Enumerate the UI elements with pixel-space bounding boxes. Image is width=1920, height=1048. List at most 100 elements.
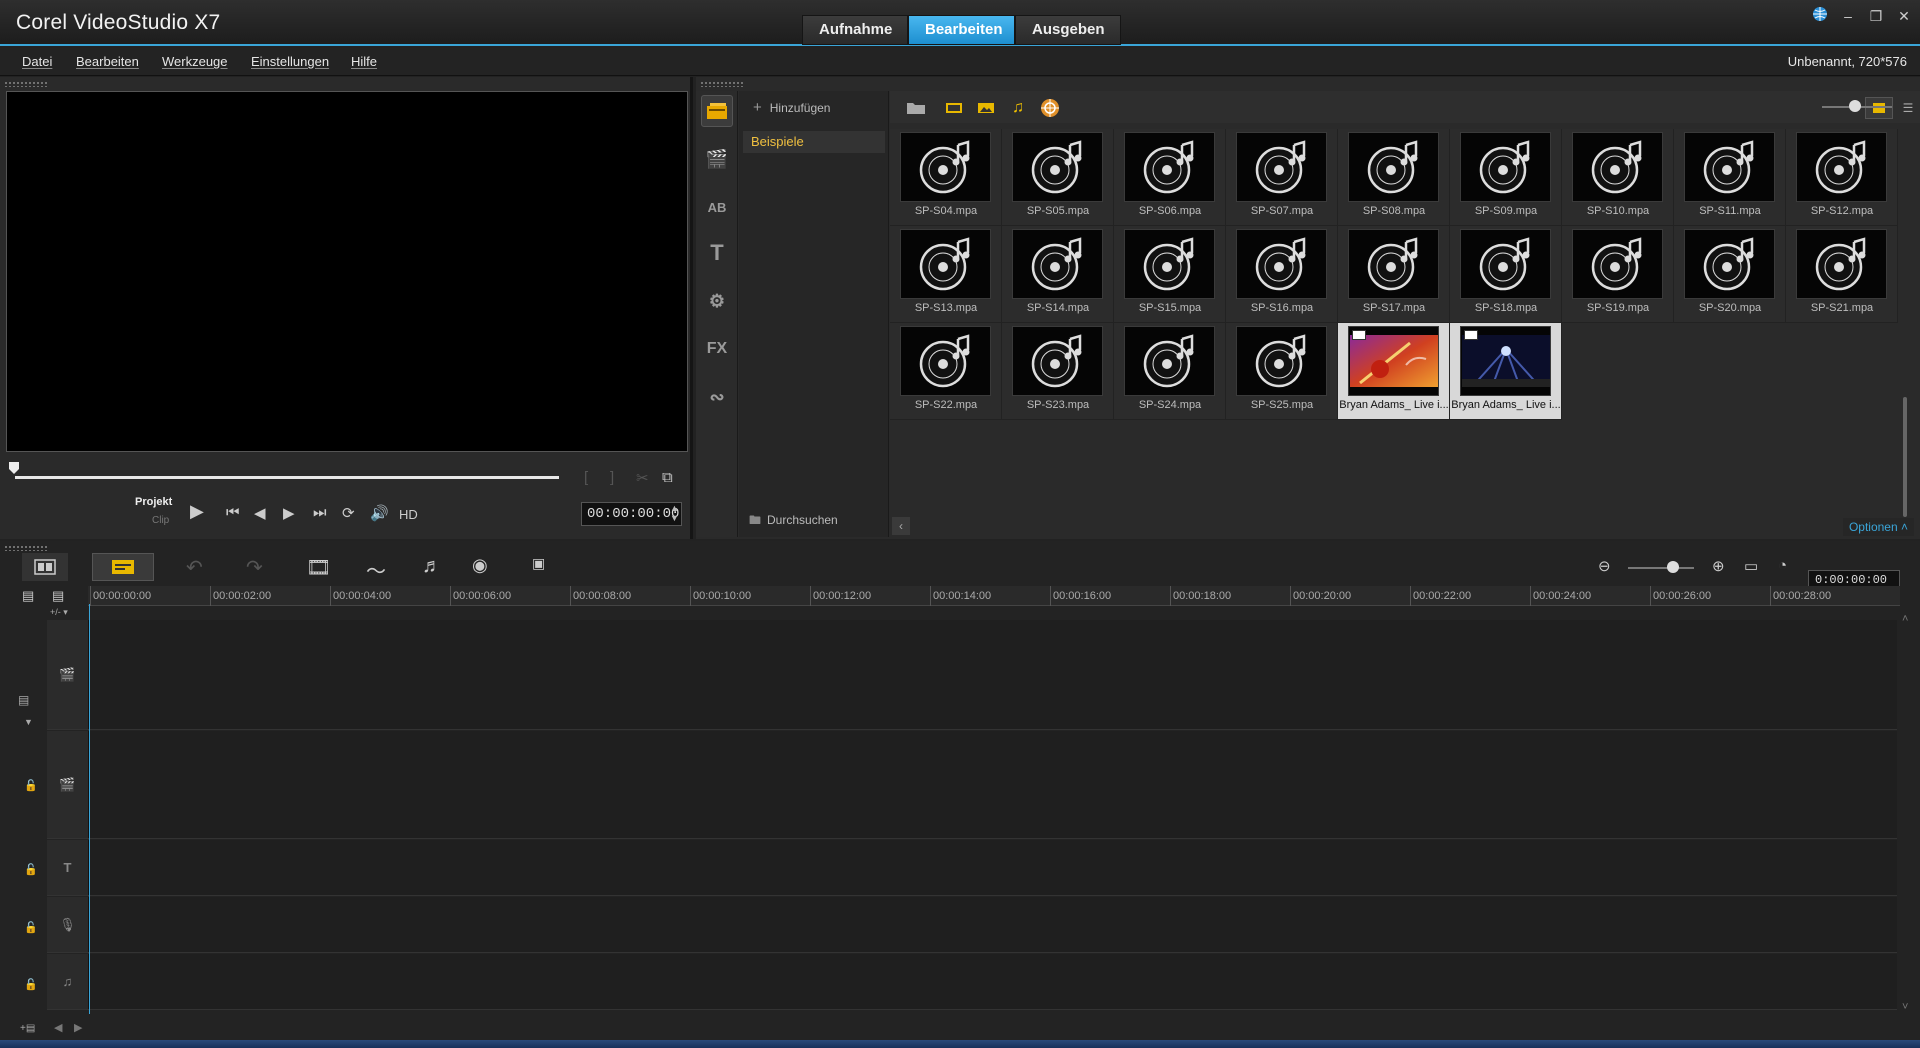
lock-icon[interactable]: 🔓 (24, 779, 38, 792)
tab-bearbeiten[interactable]: Bearbeiten (908, 15, 1015, 45)
lock-icon[interactable]: 🔓 (24, 863, 38, 876)
zoom-in-icon[interactable]: ⊕ (1712, 557, 1725, 575)
restore-icon[interactable]: ❐ (1864, 6, 1888, 26)
timeline-zoom-handle[interactable] (1667, 561, 1679, 573)
media-item[interactable]: SP-S23.mpa (1002, 323, 1114, 420)
chapter-point-icon[interactable]: ▤ (52, 588, 64, 604)
media-item[interactable]: SP-S06.mpa (1114, 129, 1226, 226)
undo-icon[interactable]: ↶ (186, 555, 203, 580)
enlarge-icon[interactable]: ⧉ (662, 469, 673, 486)
storyboard-view-icon[interactable] (22, 553, 68, 581)
fx-icon[interactable]: FX (701, 333, 733, 365)
media-item[interactable]: Bryan Adams_ Live i... (1338, 323, 1450, 420)
fit-project-icon[interactable]: ▭ (1744, 557, 1758, 575)
voice-track-icon[interactable]: 🎙 (47, 897, 89, 952)
media-item[interactable]: SP-S20.mpa (1674, 226, 1786, 323)
media-item[interactable]: SP-S12.mpa (1786, 129, 1898, 226)
media-item[interactable]: SP-S18.mpa (1450, 226, 1562, 323)
folder-icon[interactable] (902, 97, 930, 119)
show-audio-icon[interactable]: ♫ (1004, 97, 1032, 119)
media-item[interactable]: SP-S25.mpa (1226, 323, 1338, 420)
redo-icon[interactable]: ↷ (246, 555, 263, 580)
scrub-handle[interactable] (8, 461, 20, 475)
hd-button[interactable]: HD (399, 507, 418, 522)
volume-icon[interactable]: 🔊 (370, 504, 389, 522)
auto-music-icon[interactable]: ♬ (422, 555, 442, 578)
menu-bearbeiten[interactable]: Bearbeiten (76, 54, 139, 69)
scroll-down-icon[interactable]: ˅ (1902, 1001, 1908, 1013)
timeline-zoom-slider[interactable] (1628, 567, 1694, 569)
repeat-icon[interactable]: ⟳ (342, 504, 355, 522)
timecode-spinner-icon[interactable]: ▲ ▼ (670, 503, 679, 523)
close-icon[interactable]: ✕ (1892, 6, 1916, 26)
voice-track[interactable]: 🎙 (47, 897, 1897, 953)
video-track[interactable]: 🎬 (47, 620, 1897, 730)
folder-beispiele[interactable]: Beispiele (743, 131, 885, 153)
menu-werkzeuge[interactable]: Werkzeuge (162, 54, 228, 69)
split-icon[interactable]: ✂ (636, 469, 649, 487)
duration-icon[interactable]: ◔ (1778, 557, 1787, 574)
scrub-bar[interactable] (15, 476, 559, 479)
media-item[interactable]: SP-S15.mpa (1114, 226, 1226, 323)
timeline-scroll-right-icon[interactable]: ▶ (74, 1021, 82, 1034)
minimize-icon[interactable]: – (1836, 6, 1860, 26)
instant-project-icon[interactable]: 🎬 (701, 143, 733, 175)
view-thumbnail-icon[interactable] (1865, 97, 1893, 119)
subtitle-editor-icon[interactable]: ▣ (532, 555, 545, 572)
music-track-icon[interactable]: ♫ (47, 954, 89, 1009)
motion-tracking-icon[interactable]: ◉ (472, 555, 488, 576)
overlay-track-icon[interactable]: 🎬 (47, 731, 89, 838)
mark-out-icon[interactable]: ] (610, 469, 614, 486)
lock-icon[interactable]: 🔓 (24, 978, 38, 991)
media-item[interactable]: SP-S17.mpa (1338, 226, 1450, 323)
media-item[interactable]: SP-S05.mpa (1002, 129, 1114, 226)
mode-clip[interactable]: Clip (152, 515, 169, 526)
show-video-icon[interactable] (940, 97, 968, 119)
tab-aufnahme[interactable]: Aufnahme (802, 15, 908, 45)
title-icon[interactable]: T (701, 237, 733, 269)
options-button[interactable]: Optionen ˄ (1842, 518, 1914, 536)
show-photo-icon[interactable] (972, 97, 1000, 119)
mode-projekt[interactable]: Projekt (135, 496, 172, 508)
sound-mixer-icon[interactable]: 〜 (366, 555, 386, 584)
media-item[interactable]: SP-S13.mpa (890, 226, 1002, 323)
scroll-up-icon[interactable]: ˄ (1902, 613, 1908, 625)
preview-window[interactable] (6, 91, 688, 452)
view-list-icon[interactable]: ☰ (1894, 97, 1920, 119)
browse-button[interactable]: 🖿 Durchsuchen (749, 511, 838, 532)
media-item[interactable]: SP-S19.mpa (1562, 226, 1674, 323)
time-ruler[interactable]: 00:00:00:00 00:00:02:00 00:00:04:00 00:00:0… (88, 586, 1900, 606)
menu-einstellungen[interactable]: Einstellungen (251, 54, 329, 69)
timeline-view-icon[interactable] (92, 553, 154, 581)
title-track[interactable]: T (47, 840, 1897, 896)
timeline-scroll-left-icon[interactable]: ◀ (54, 1021, 62, 1034)
tab-ausgeben[interactable]: Ausgeben (1015, 15, 1121, 45)
media-item[interactable]: SP-S21.mpa (1786, 226, 1898, 323)
player-timecode[interactable]: 00:00:00:00 (581, 502, 682, 526)
globe-icon[interactable] (1808, 6, 1832, 26)
scroll-left-icon[interactable]: ‹ (892, 517, 910, 535)
home-icon[interactable]: ⏮ (226, 504, 240, 521)
media-item[interactable]: SP-S09.mpa (1450, 129, 1562, 226)
zoom-out-icon[interactable]: ⊖ (1598, 557, 1611, 575)
filter-icon[interactable] (1036, 97, 1064, 119)
panel-grip[interactable] (4, 545, 48, 551)
media-item[interactable]: SP-S14.mpa (1002, 226, 1114, 323)
add-track-icon[interactable]: +▤ (20, 1023, 35, 1034)
end-icon[interactable]: ⏭ (313, 504, 327, 521)
media-item[interactable]: SP-S07.mpa (1226, 129, 1338, 226)
add-folder-button[interactable]: + Hinzufügen (753, 99, 830, 116)
path-icon[interactable]: ∾ (701, 381, 733, 413)
mark-in-icon[interactable]: [ (584, 469, 588, 486)
track-options-icon[interactable]: ▤ (18, 693, 29, 707)
ripple-editing-icon[interactable]: +/- ▾ (50, 607, 68, 618)
lock-icon[interactable]: 🔓 (24, 921, 38, 934)
video-track-icon[interactable]: 🎬 (47, 620, 89, 729)
record-capture-icon[interactable]: 🎞 (306, 555, 331, 580)
media-item[interactable]: SP-S04.mpa (890, 129, 1002, 226)
menu-datei[interactable]: Datei (22, 54, 52, 69)
media-item[interactable]: SP-S24.mpa (1114, 323, 1226, 420)
next-frame-icon[interactable]: ▶ (283, 504, 295, 522)
panel-grip[interactable] (700, 81, 744, 87)
panel-grip[interactable] (4, 81, 48, 87)
